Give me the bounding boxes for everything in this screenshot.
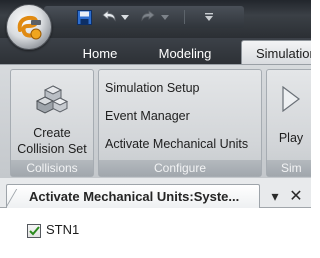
undo-icon[interactable]	[100, 8, 118, 26]
redo-icon[interactable]	[138, 8, 158, 26]
close-icon[interactable]: ✕	[288, 188, 304, 205]
panel-title-tab[interactable]: Activate Mechanical Units:Syste...	[6, 184, 260, 208]
save-icon[interactable]	[76, 8, 92, 26]
play-button[interactable]: Play	[267, 74, 311, 158]
configure-group-label: Configure	[99, 160, 261, 176]
create-label-line2: Collision Set	[17, 142, 87, 156]
activate-mechanical-units-button[interactable]: Activate Mechanical Units	[105, 132, 248, 156]
play-icon	[281, 85, 301, 117]
create-label-line1: Create	[33, 126, 71, 140]
simulation-control-group: Play Sim	[266, 69, 311, 177]
configure-group: Simulation Setup Event Manager Activate …	[98, 69, 262, 177]
create-collision-set-label: Create Collision Set	[17, 125, 86, 157]
redo-dropdown-icon[interactable]	[160, 8, 170, 26]
stn1-checkbox[interactable]	[27, 224, 41, 238]
collisions-group-label: Collisions	[11, 160, 93, 176]
panel-header: Activate Mechanical Units:Syste... ▾ ✕	[0, 178, 311, 208]
checkmark-icon	[28, 226, 40, 236]
app-orb-icon[interactable]	[6, 4, 52, 50]
mechanical-units-list: STN1	[0, 208, 311, 258]
event-manager-button[interactable]: Event Manager	[105, 104, 190, 128]
stn1-label: STN1	[46, 222, 80, 237]
simulation-setup-button[interactable]: Simulation Setup	[105, 76, 200, 100]
play-label: Play	[278, 131, 304, 145]
customize-qat-icon[interactable]	[202, 8, 216, 26]
tab-modeling[interactable]: Modeling	[144, 42, 226, 64]
create-collision-set-button[interactable]: Create Collision Set	[11, 74, 93, 158]
collision-set-icon	[35, 84, 69, 119]
undo-dropdown-icon[interactable]	[120, 8, 130, 26]
tab-simulation[interactable]: Simulation	[241, 40, 311, 66]
ribbon-tab-bar: Home Modeling Simulation	[0, 38, 311, 66]
app-window: Home Modeling Simulation Create Collisio…	[0, 0, 311, 258]
simulation-control-group-label: Sim	[267, 160, 311, 176]
ribbon-panel: Create Collision Set Collisions Simulati…	[0, 64, 311, 178]
pin-dropdown-icon[interactable]: ▾	[267, 188, 283, 204]
tab-home[interactable]: Home	[70, 42, 130, 64]
collisions-group: Create Collision Set Collisions	[10, 69, 94, 177]
qat-separator	[184, 10, 185, 24]
